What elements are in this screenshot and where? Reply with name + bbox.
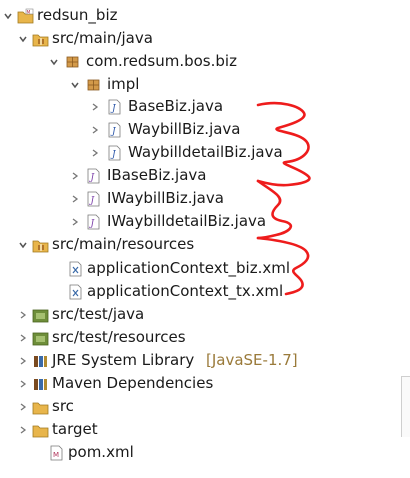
chevron-down-icon[interactable] bbox=[47, 50, 61, 73]
tree-item-ibasebiz[interactable]: J IBaseBiz.java bbox=[0, 164, 400, 187]
tree-item-project[interactable]: M redsun_biz bbox=[0, 4, 400, 27]
file-label: IBaseBiz.java bbox=[107, 166, 207, 184]
java-class-file-icon: J bbox=[105, 141, 123, 164]
chevron-right-icon[interactable] bbox=[16, 395, 30, 418]
package-label: impl bbox=[107, 75, 140, 93]
svg-text:M: M bbox=[26, 9, 30, 15]
pom-file-icon: M bbox=[47, 441, 65, 464]
tree-item-src-test-resources[interactable]: src/test/resources bbox=[0, 326, 400, 349]
package-icon bbox=[63, 50, 81, 73]
file-label: IWaybilldetailBiz.java bbox=[107, 212, 267, 230]
source-folder-label: src/test/resources bbox=[52, 328, 186, 346]
chevron-right-icon[interactable] bbox=[16, 418, 30, 441]
tree-item-basebiz[interactable]: J BaseBiz.java bbox=[0, 95, 400, 118]
chevron-right-icon[interactable] bbox=[16, 372, 30, 395]
file-label: WaybillBiz.java bbox=[128, 120, 241, 138]
tree-item-src-main-resources[interactable]: src/main/resources bbox=[0, 233, 400, 256]
xml-file-icon bbox=[66, 280, 84, 303]
library-icon bbox=[31, 372, 49, 395]
chevron-right-icon[interactable] bbox=[88, 118, 102, 141]
tree-item-src[interactable]: src bbox=[0, 395, 400, 418]
tree-item-maven-dependencies[interactable]: Maven Dependencies bbox=[0, 372, 400, 395]
source-folder-label: src/test/java bbox=[52, 305, 145, 323]
chevron-right-icon[interactable] bbox=[68, 187, 82, 210]
maven-project-icon: M bbox=[16, 4, 34, 27]
chevron-right-icon[interactable] bbox=[68, 164, 82, 187]
tree-item-app-ctx-biz[interactable]: applicationContext_biz.xml bbox=[0, 257, 400, 280]
tree-item-iwaybilldetailbiz[interactable]: J IWaybilldetailBiz.java bbox=[0, 210, 400, 233]
file-label: IWaybillBiz.java bbox=[107, 189, 224, 207]
xml-file-icon bbox=[66, 257, 84, 280]
tree-item-iwaybillbiz[interactable]: J IWaybillBiz.java bbox=[0, 187, 400, 210]
java-interface-file-icon: J bbox=[84, 164, 102, 187]
file-label: pom.xml bbox=[68, 443, 134, 461]
tree-item-jre-library[interactable]: JRE System Library [JavaSE-1.7] bbox=[0, 349, 400, 372]
chevron-right-icon[interactable] bbox=[16, 326, 30, 349]
package-icon bbox=[84, 73, 102, 96]
chevron-down-icon[interactable] bbox=[68, 73, 82, 96]
partial-scrollbar[interactable] bbox=[401, 376, 410, 437]
source-folder-label: src/main/java bbox=[52, 29, 153, 47]
file-label: BaseBiz.java bbox=[128, 97, 224, 115]
file-label: applicationContext_tx.xml bbox=[87, 282, 284, 300]
chevron-right-icon[interactable] bbox=[16, 349, 30, 372]
library-label: JRE System Library bbox=[52, 351, 195, 369]
java-interface-file-icon: J bbox=[84, 187, 102, 210]
source-folder-icon bbox=[31, 303, 49, 326]
java-class-file-icon: J bbox=[105, 118, 123, 141]
file-label: WaybilldetailBiz.java bbox=[128, 143, 283, 161]
tree-item-pom[interactable]: M pom.xml bbox=[0, 441, 400, 464]
project-explorer-tree: M redsun_biz src/main/java com.redsum.bo… bbox=[0, 0, 410, 478]
svg-text:M: M bbox=[53, 451, 59, 459]
tree-item-target[interactable]: target bbox=[0, 418, 400, 441]
chevron-down-icon[interactable] bbox=[1, 4, 15, 27]
java-class-file-icon: J bbox=[105, 95, 123, 118]
chevron-right-icon[interactable] bbox=[88, 141, 102, 164]
package-label: com.redsum.bos.biz bbox=[86, 52, 237, 70]
library-label: Maven Dependencies bbox=[52, 374, 214, 392]
tree-item-waybilldetailbiz[interactable]: J WaybilldetailBiz.java bbox=[0, 141, 400, 164]
java-interface-file-icon: J bbox=[84, 210, 102, 233]
chevron-right-icon[interactable] bbox=[88, 95, 102, 118]
library-icon bbox=[31, 349, 49, 372]
folder-label: src bbox=[52, 397, 74, 415]
source-folder-label: src/main/resources bbox=[52, 235, 195, 253]
chevron-down-icon[interactable] bbox=[16, 233, 30, 256]
folder-icon bbox=[31, 418, 49, 441]
tree-item-src-test-java[interactable]: src/test/java bbox=[0, 303, 400, 326]
source-folder-icon bbox=[31, 27, 49, 50]
tree-item-package-impl[interactable]: impl bbox=[0, 73, 400, 96]
file-label: applicationContext_biz.xml bbox=[87, 259, 290, 277]
tree-item-src-main-java[interactable]: src/main/java bbox=[0, 27, 400, 50]
tree-item-waybillbiz[interactable]: J WaybillBiz.java bbox=[0, 118, 400, 141]
folder-icon bbox=[31, 395, 49, 418]
chevron-right-icon[interactable] bbox=[16, 303, 30, 326]
project-name: redsun_biz bbox=[37, 6, 118, 24]
source-folder-icon bbox=[31, 233, 49, 256]
source-folder-icon bbox=[31, 326, 49, 349]
chevron-down-icon[interactable] bbox=[16, 27, 30, 50]
tree-item-app-ctx-tx[interactable]: applicationContext_tx.xml bbox=[0, 280, 400, 303]
library-version: [JavaSE-1.7] bbox=[206, 351, 298, 369]
tree-item-package-biz[interactable]: com.redsum.bos.biz bbox=[0, 50, 400, 73]
chevron-right-icon[interactable] bbox=[68, 210, 82, 233]
folder-label: target bbox=[52, 420, 98, 438]
